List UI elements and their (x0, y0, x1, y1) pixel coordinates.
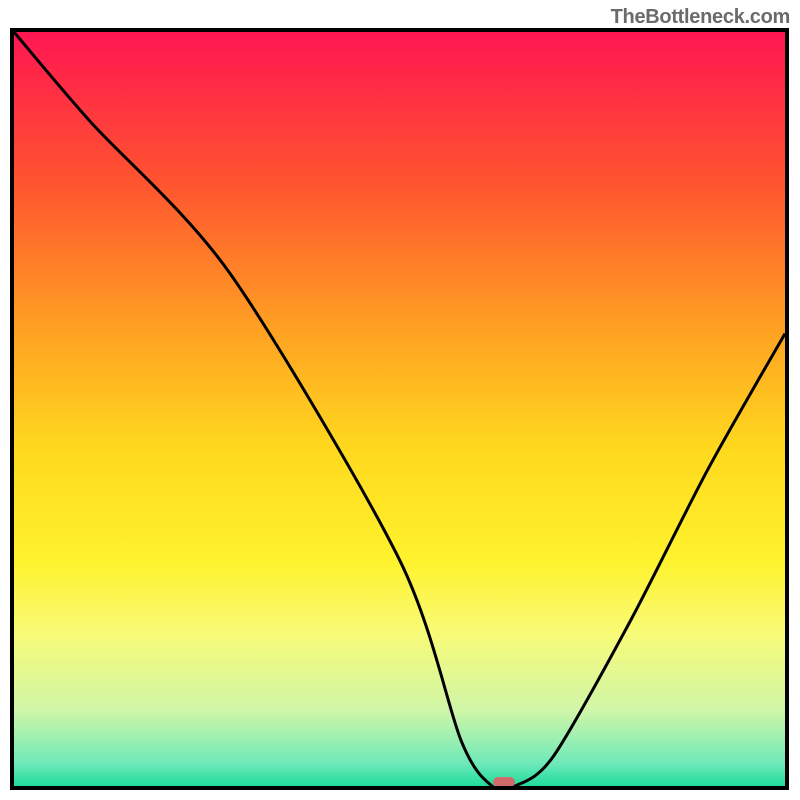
bottleneck-curve (14, 32, 785, 786)
chart-plot-area (10, 28, 789, 790)
watermark-label: TheBottleneck.com (611, 6, 790, 29)
optimum-marker (493, 777, 515, 787)
